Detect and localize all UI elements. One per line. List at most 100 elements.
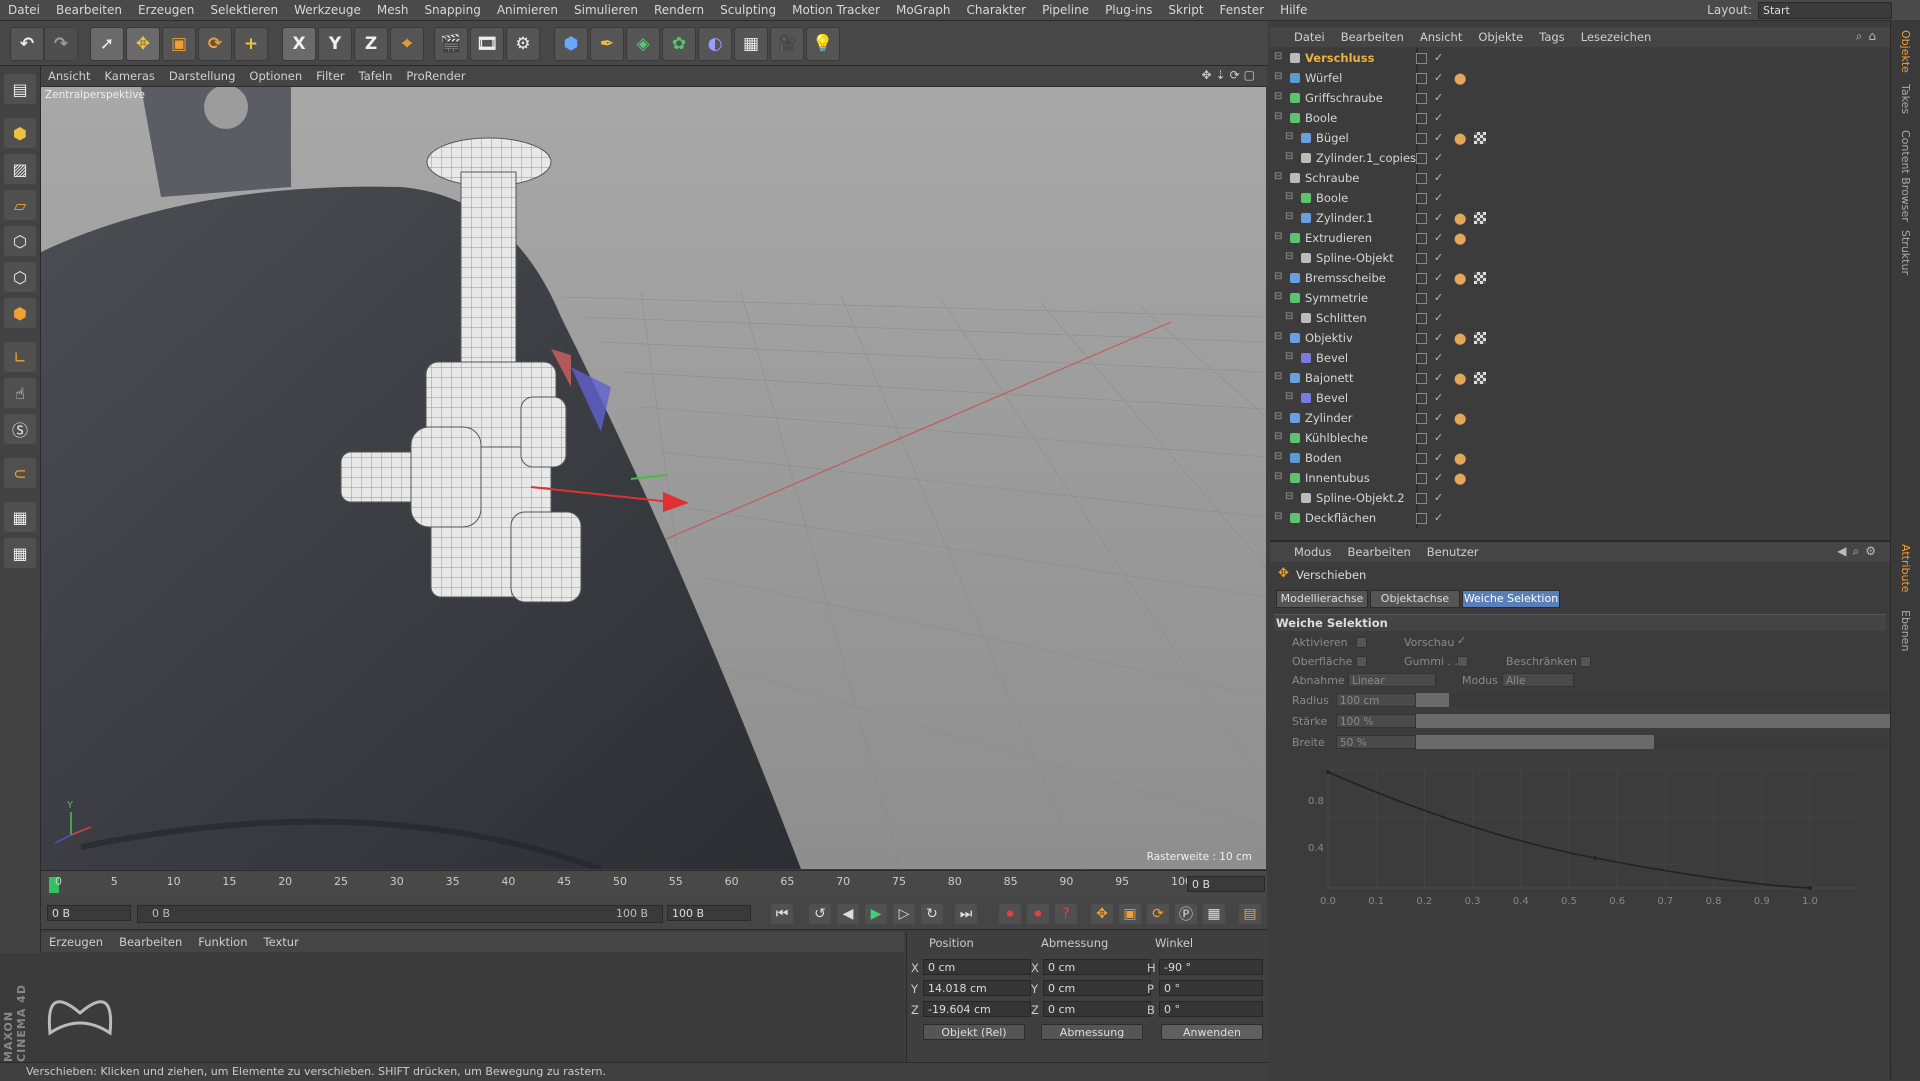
end-frame-field[interactable]: 100 B	[667, 905, 751, 921]
cloner-icon[interactable]: ✿	[662, 27, 696, 61]
texture-mode-icon[interactable]: ▨	[4, 154, 36, 184]
menu-pipeline[interactable]: Pipeline	[1034, 0, 1097, 20]
object-row[interactable]: ⊟ Bevel ✓	[1270, 348, 1870, 368]
menu-fenster[interactable]: Fenster	[1212, 0, 1273, 20]
om-menu-datei[interactable]: Datei	[1286, 27, 1333, 47]
menu-simulieren[interactable]: Simulieren	[566, 0, 646, 20]
menu-snapping[interactable]: Snapping	[416, 0, 488, 20]
object-row[interactable]: ⊟ Symmetrie ✓	[1270, 288, 1870, 308]
expand-toggle-icon[interactable]: ⊟	[1274, 471, 1282, 482]
object-name[interactable]: Boole	[1316, 188, 1348, 208]
menu-skript[interactable]: Skript	[1160, 0, 1211, 20]
material-tag-icon[interactable]	[1474, 212, 1486, 224]
phong-tag-icon[interactable]: ⬤	[1454, 232, 1466, 245]
undo-icon[interactable]: ↶	[10, 27, 44, 61]
layer-box[interactable]	[1416, 493, 1427, 504]
object-name[interactable]: Bevel	[1316, 388, 1348, 408]
breite-slider[interactable]	[1416, 735, 1892, 749]
visibility-check-icon[interactable]: ✓	[1434, 151, 1443, 164]
layer-box[interactable]	[1416, 433, 1427, 444]
vp-menu-kameras[interactable]: Kameras	[97, 66, 161, 86]
material-manager[interactable]: MAXON CINEMA 4D	[0, 953, 904, 1062]
layer-box[interactable]	[1416, 453, 1427, 464]
layer-box[interactable]	[1416, 353, 1427, 364]
apply-button[interactable]: Anwenden	[1161, 1024, 1263, 1040]
play-icon[interactable]: ▶	[865, 904, 887, 924]
expand-toggle-icon[interactable]: ⊟	[1274, 111, 1282, 122]
start-frame-field[interactable]: 0 B	[47, 905, 131, 921]
expand-toggle-icon[interactable]: ⊟	[1274, 91, 1282, 102]
snap-icon[interactable]: Ⓢ	[4, 414, 36, 444]
object-name[interactable]: Objektiv	[1305, 328, 1353, 348]
object-row[interactable]: ⊟ Zylinder.1_copies ✓	[1270, 148, 1870, 168]
menu-bearbeiten[interactable]: Bearbeiten	[48, 0, 130, 20]
expand-toggle-icon[interactable]: ⊟	[1285, 491, 1293, 502]
tweak-mode-icon[interactable]: ☝	[4, 378, 36, 408]
gummi-checkbox[interactable]	[1457, 656, 1468, 667]
visibility-check-icon[interactable]: ✓	[1434, 251, 1443, 264]
visibility-check-icon[interactable]: ✓	[1434, 191, 1443, 204]
range-slider[interactable]: 0 B 100 B	[137, 905, 663, 923]
expand-toggle-icon[interactable]: ⊟	[1274, 291, 1282, 302]
phong-tag-icon[interactable]: ⬤	[1454, 452, 1466, 465]
visibility-check-icon[interactable]: ✓	[1434, 331, 1443, 344]
visibility-check-icon[interactable]: ✓	[1434, 491, 1443, 504]
staerke-field[interactable]: 100 %	[1336, 714, 1416, 728]
layer-box[interactable]	[1416, 93, 1427, 104]
tab-objekte[interactable]: Objekte	[1899, 30, 1912, 73]
object-name[interactable]: Schlitten	[1316, 308, 1367, 328]
scale-tool-icon[interactable]: ▣	[162, 27, 196, 61]
expand-toggle-icon[interactable]: ⊟	[1274, 371, 1282, 382]
workplane-lock-icon[interactable]: ▦	[4, 502, 36, 532]
expand-toggle-icon[interactable]: ⊟	[1285, 211, 1293, 222]
redo-icon[interactable]: ↷	[44, 27, 78, 61]
menu-animieren[interactable]: Animieren	[489, 0, 566, 20]
pen-icon[interactable]: ✒	[590, 27, 624, 61]
expand-toggle-icon[interactable]: ⊟	[1274, 411, 1282, 422]
object-row[interactable]: ⊟ Bremsscheibe ✓ ⬤	[1270, 268, 1870, 288]
menu-mesh[interactable]: Mesh	[369, 0, 417, 20]
oberflaeche-checkbox[interactable]	[1356, 656, 1367, 667]
menu-motion-tracker[interactable]: Motion Tracker	[784, 0, 888, 20]
visibility-check-icon[interactable]: ✓	[1434, 171, 1443, 184]
layer-box[interactable]	[1416, 113, 1427, 124]
am-menu-bearbeiten[interactable]: Bearbeiten	[1340, 542, 1419, 562]
radius-field[interactable]: 100 cm	[1336, 693, 1416, 707]
model-mode-icon[interactable]: ⬢	[4, 118, 36, 148]
visibility-check-icon[interactable]: ✓	[1434, 131, 1443, 144]
make-editable-icon[interactable]: ▤	[4, 74, 36, 104]
render-settings-icon[interactable]: ⚙	[506, 27, 540, 61]
object-name[interactable]: Würfel	[1305, 68, 1342, 88]
object-name[interactable]: Bevel	[1316, 348, 1348, 368]
prev-frame-icon[interactable]: ◀	[837, 904, 859, 924]
visibility-check-icon[interactable]: ✓	[1434, 351, 1443, 364]
3d-viewport[interactable]: Zentralperspektive Y Rasterweite : 10 cm	[41, 87, 1266, 869]
expand-toggle-icon[interactable]: ⊟	[1274, 71, 1282, 82]
menu-mograph[interactable]: MoGraph	[888, 0, 959, 20]
timeline-ruler[interactable]: 0 5 10 15 20 25 30 35 40 45 50 55 60 65 70 75 80 85 90 95 10…	[41, 870, 1267, 897]
object-name[interactable]: Extrudieren	[1305, 228, 1372, 248]
layer-box[interactable]	[1416, 213, 1427, 224]
tab-attribute[interactable]: Attribute	[1899, 544, 1912, 593]
autokey-icon[interactable]: ⏺	[1027, 904, 1049, 924]
object-row[interactable]: ⊟ Zylinder.1 ✓ ⬤	[1270, 208, 1870, 228]
layer-box[interactable]	[1416, 273, 1427, 284]
x-axis-lock-button[interactable]: X	[282, 27, 316, 61]
expand-toggle-icon[interactable]: ⊟	[1274, 231, 1282, 242]
axis-mode-icon[interactable]: ∟	[4, 342, 36, 372]
layer-box[interactable]	[1416, 73, 1427, 84]
ang-b-field[interactable]: 0 °	[1159, 1001, 1263, 1017]
deformer-icon[interactable]: ◐	[698, 27, 732, 61]
current-frame-field[interactable]: 0 B	[1187, 876, 1265, 892]
z-axis-lock-button[interactable]: Z	[354, 27, 388, 61]
material-tag-icon[interactable]	[1474, 132, 1486, 144]
prev-key-icon[interactable]: ↺	[809, 904, 831, 924]
object-row[interactable]: ⊟ Objektiv ✓ ⬤	[1270, 328, 1870, 348]
om-search-icon[interactable]: ⌕⌂	[1856, 29, 1882, 44]
staerke-slider[interactable]	[1416, 714, 1892, 728]
object-row[interactable]: ⊟ Extrudieren ✓ ⬤	[1270, 228, 1870, 248]
material-tag-icon[interactable]	[1474, 272, 1486, 284]
layout-dropdown[interactable]: Start	[1758, 1, 1892, 19]
material-tag-icon[interactable]	[1474, 372, 1486, 384]
om-menu-objekte[interactable]: Objekte	[1470, 27, 1531, 47]
